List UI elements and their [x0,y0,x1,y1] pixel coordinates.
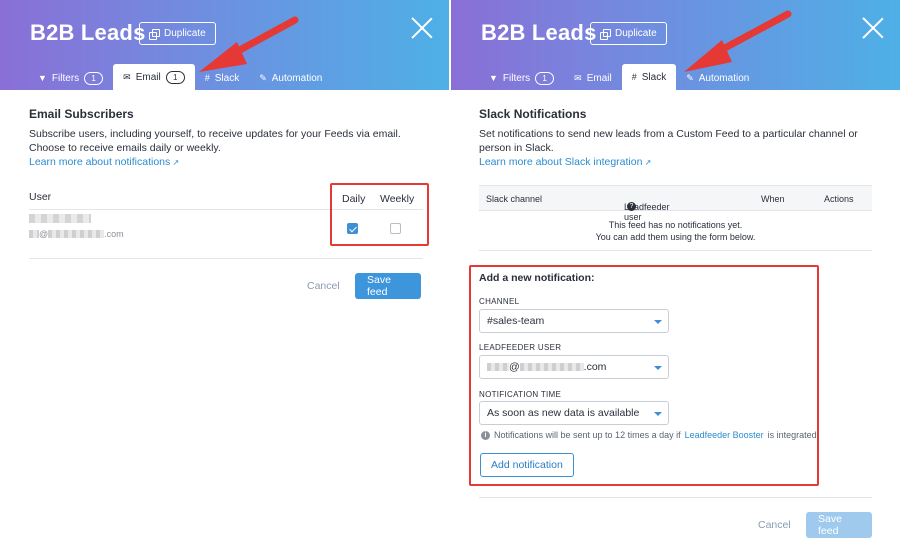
tab-count: 1 [535,71,555,85]
slack-icon: # [631,71,637,82]
col-slack-channel: Slack channel [486,194,543,204]
info-note: i Notifications will be sent up to 12 ti… [481,430,819,440]
red-arrow-icon [199,16,299,72]
learn-more-link[interactable]: Learn more about notifications ↗ [29,156,179,168]
section-title: Slack Notifications [479,107,587,121]
description-text: Set notifications to send new leads from… [479,128,858,154]
tab-label: Filters [51,72,80,84]
save-feed-button[interactable]: Save feed [806,512,872,538]
section-description: Subscribe users, including yourself, to … [29,127,429,170]
redacted-text [487,363,509,371]
email-domain: .com [104,229,124,239]
tab-label: Filters [502,72,531,84]
divider [29,258,423,259]
tab-count: 1 [165,70,185,84]
chevron-down-icon [654,320,662,324]
chevron-down-icon [654,366,662,370]
notification-time-select[interactable]: As soon as new data is available [479,401,669,425]
divider [479,250,872,251]
user-email: @ .com [29,229,124,239]
external-link-icon: ↗ [642,158,652,167]
tab-count: 1 [84,71,104,85]
tab-filters[interactable]: ▼ Filters 1 [479,66,564,90]
user-name-redacted [29,214,91,223]
tab-email[interactable]: ✉ Email 1 [113,64,195,90]
empty-table-note: This feed has no notifications yet. You … [595,220,756,242]
cancel-button[interactable]: Cancel [307,280,340,292]
chevron-down-icon [654,412,662,416]
feed-title: B2B Leads [481,20,597,45]
external-link-icon: ↗ [170,158,180,167]
divider [479,497,872,498]
envelope-icon: ✉ [574,72,582,83]
envelope-icon: ✉ [123,71,131,82]
notifications-table-header: Slack channel Leadfeeder user? When Acti… [479,185,872,222]
duplicate-icon [600,28,611,40]
user-column-header: User [29,191,52,203]
description-text: Subscribe users, including yourself, to … [29,128,401,154]
close-icon[interactable] [411,17,433,39]
slack-panel: B2B Leads Duplicate ▼ Filters 1 ✉ Email … [451,0,900,558]
filter-icon: ▼ [489,72,498,83]
add-notification-button[interactable]: Add notification [480,453,574,477]
duplicate-icon [149,28,160,40]
duplicate-button[interactable]: Duplicate [590,22,667,45]
redacted-text [48,230,105,238]
duplicate-label: Duplicate [615,28,657,39]
tab-label: Email [135,71,161,83]
email-panel: B2B Leads Duplicate ▼ Filters 1 ✉ Email … [0,0,449,558]
filter-icon: ▼ [38,72,47,83]
tab-filters[interactable]: ▼ Filters 1 [28,66,113,90]
redacted-text [519,363,584,371]
notification-time-label: NOTIFICATION TIME [479,390,562,399]
col-when: When [761,194,785,204]
info-icon: i [481,430,490,440]
feed-title: B2B Leads [30,20,146,45]
redacted-text [29,230,39,238]
tab-label: Email [586,72,612,84]
col-actions: Actions [824,194,854,204]
highlight-box [330,183,429,246]
tab-label: Slack [641,71,667,83]
help-icon[interactable]: ? [627,202,636,211]
leadfeeder-user-select[interactable]: @ .com [479,355,669,379]
channel-label: CHANNEL [479,297,520,306]
form-title: Add a new notification: [479,272,595,284]
close-icon[interactable] [862,17,884,39]
red-arrow-icon [684,10,792,72]
channel-select[interactable]: #sales-team [479,309,669,333]
booster-link[interactable]: Leadfeeder Booster [685,430,764,440]
section-description: Set notifications to send new leads from… [479,127,879,170]
section-title: Email Subscribers [29,107,134,121]
cancel-button[interactable]: Cancel [758,519,791,531]
learn-more-link[interactable]: Learn more about Slack integration ↗ [479,156,651,168]
tab-email[interactable]: ✉ Email [564,66,622,90]
leadfeeder-user-label: LEADFEEDER USER [479,343,562,352]
save-feed-button[interactable]: Save feed [355,273,421,299]
